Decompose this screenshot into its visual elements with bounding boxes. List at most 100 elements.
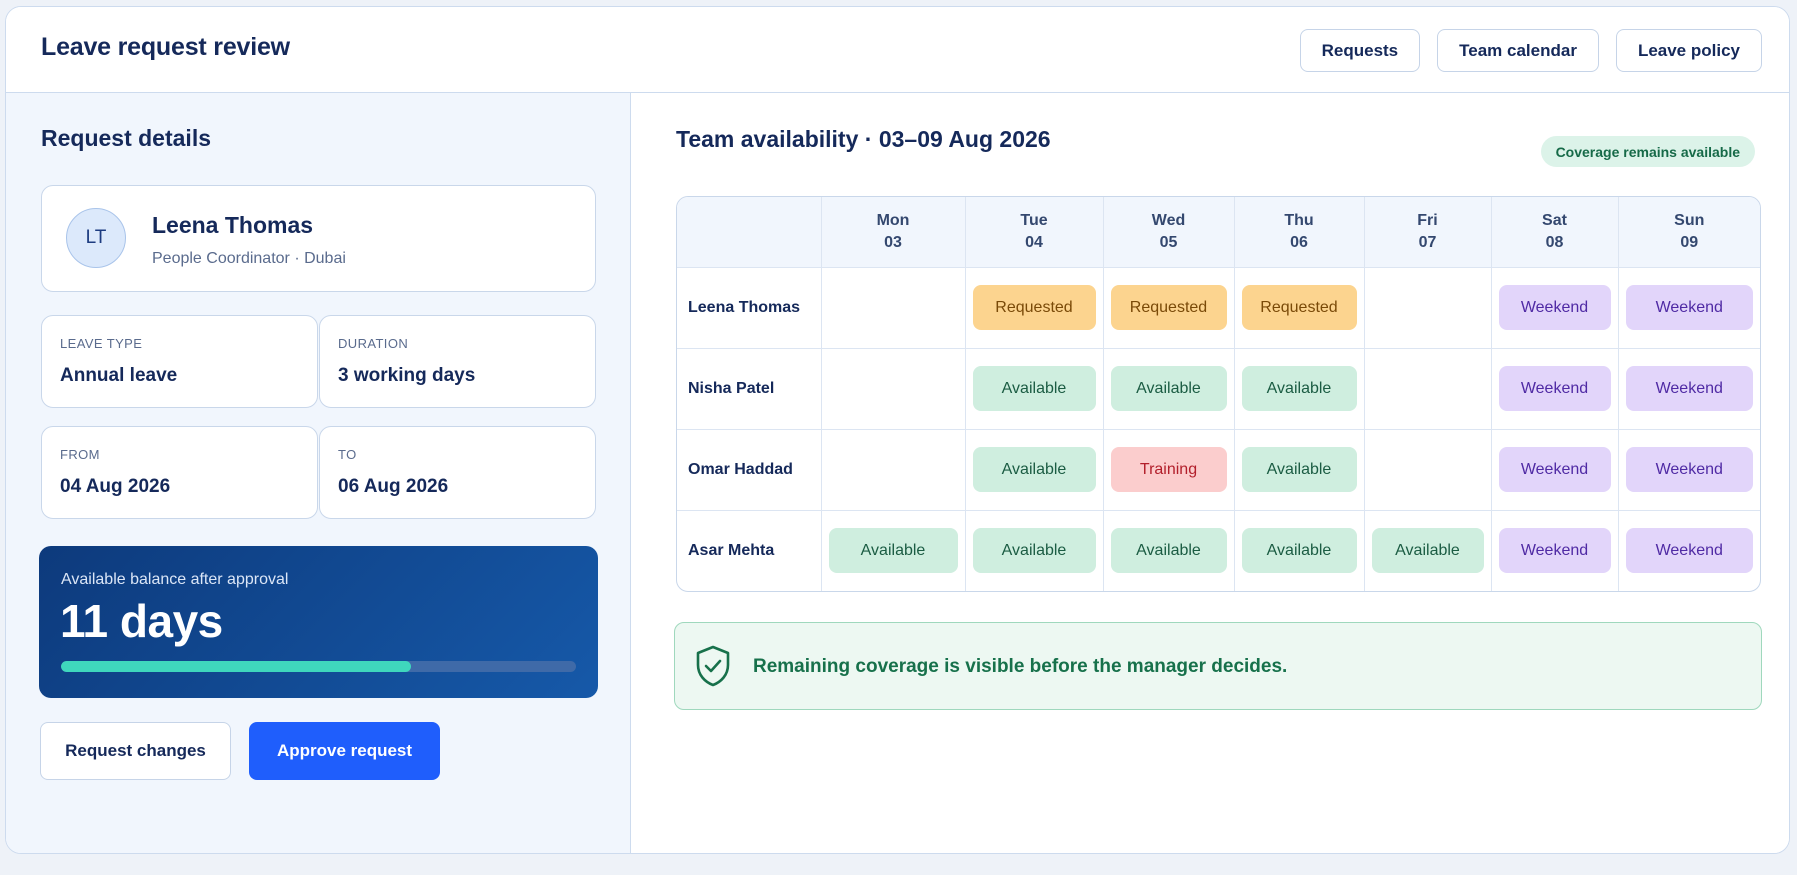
day-of-week-label: Mon [876, 211, 910, 229]
status-pill-requested: Requested [1110, 285, 1227, 330]
team-availability-title: Team availability · 03–09 Aug 2026 [676, 126, 1051, 152]
employee-card: LT Leena Thomas People Coordinator · Dub… [41, 185, 596, 292]
availability-cell[interactable]: Requested [1103, 267, 1235, 349]
status-pill-weekend: Weekend [1498, 285, 1611, 330]
availability-cell [821, 348, 966, 430]
from-date-card: FROM 04 Aug 2026 [41, 426, 318, 519]
to-label: TO [338, 447, 357, 462]
availability-cell [1364, 429, 1492, 511]
availability-cell[interactable]: Weekend [1491, 267, 1619, 349]
day-header-fri: Fri 07 [1364, 197, 1492, 268]
availability-cell[interactable]: Weekend [1618, 510, 1760, 591]
availability-cell[interactable]: Weekend [1618, 429, 1760, 511]
approve-request-button[interactable]: Approve request [249, 722, 440, 780]
availability-cell[interactable]: Weekend [1618, 348, 1760, 430]
availability-cell[interactable]: Available [965, 429, 1104, 511]
availability-cell[interactable]: Available [1234, 510, 1365, 591]
availability-cell [1364, 348, 1492, 430]
availability-cell[interactable]: Available [1103, 510, 1235, 591]
status-pill-available: Available [972, 528, 1096, 574]
avatar: LT [66, 208, 126, 268]
team-member-name: Nisha Patel [677, 348, 822, 430]
availability-cell[interactable]: Available [1364, 510, 1492, 591]
coverage-status-badge: Coverage remains available [1540, 136, 1755, 167]
status-pill-weekend: Weekend [1625, 528, 1753, 574]
availability-cell[interactable]: Available [1234, 348, 1365, 430]
day-of-week-label: Wed [1151, 211, 1186, 229]
app-header: Leave request review Requests Team calen… [6, 7, 1789, 93]
status-pill-available: Available [1110, 366, 1227, 411]
nav-leave-policy-button[interactable]: Leave policy [1615, 29, 1762, 72]
availability-cell [1364, 267, 1492, 349]
status-pill-available: Available [1241, 366, 1357, 411]
app-window: Leave request review Requests Team calen… [5, 6, 1790, 854]
leave-type-card: LEAVE TYPE Annual leave [41, 315, 318, 408]
status-pill-training: Training [1110, 447, 1227, 492]
day-of-week-label: Sat [1542, 211, 1567, 229]
status-pill-available: Available [828, 528, 958, 574]
status-pill-available: Available [1110, 528, 1227, 574]
leave-type-label: LEAVE TYPE [60, 336, 143, 351]
availability-cell[interactable]: Available [965, 510, 1104, 591]
day-header-wed: Wed 05 [1103, 197, 1235, 268]
availability-cell[interactable]: Training [1103, 429, 1235, 511]
availability-cell[interactable]: Available [965, 348, 1104, 430]
to-value: 06 Aug 2026 [338, 476, 449, 497]
availability-grid: Mon 03 Tue 04 Wed 05 Thu 06 Fri 07 Sat 08 Sun 09 Leen… [676, 196, 1761, 592]
day-header-sat: Sat 08 [1491, 197, 1619, 268]
availability-cell[interactable]: Weekend [1491, 348, 1619, 430]
duration-card: DURATION 3 working days [319, 315, 596, 408]
status-pill-weekend: Weekend [1498, 366, 1611, 411]
availability-cell[interactable]: Available [821, 510, 966, 591]
balance-label: Available balance after approval [61, 571, 289, 588]
grid-corner-cell [677, 197, 822, 268]
status-pill-available: Available [972, 447, 1096, 492]
request-details-panel: Request details LT Leena Thomas People C… [6, 93, 631, 853]
status-pill-weekend: Weekend [1625, 447, 1753, 492]
to-date-card: TO 06 Aug 2026 [319, 426, 596, 519]
day-header-mon: Mon 03 [821, 197, 966, 268]
nav-requests-button[interactable]: Requests [1299, 29, 1421, 72]
duration-value: 3 working days [338, 365, 476, 386]
day-of-week-label: Tue [1020, 211, 1048, 229]
balance-value: 11 days [60, 595, 223, 647]
availability-cell[interactable]: Requested [965, 267, 1104, 349]
duration-label: DURATION [338, 336, 409, 351]
table-row: Leena Thomas Requested Requested Requested W… [677, 267, 1760, 349]
grid-header-row: Mon 03 Tue 04 Wed 05 Thu 06 Fri 07 Sat 08 Sun 09 [677, 197, 1760, 268]
availability-cell[interactable]: Available [1234, 429, 1365, 511]
status-pill-available: Available [1241, 528, 1357, 574]
employee-role: People Coordinator · Dubai [152, 250, 346, 267]
day-header-tue: Tue 04 [965, 197, 1104, 268]
status-pill-available: Available [1371, 528, 1484, 574]
status-pill-available: Available [972, 366, 1096, 411]
employee-name: Leena Thomas [152, 212, 314, 238]
top-nav: Requests Team calendar Leave policy [1299, 29, 1762, 72]
nav-team-calendar-button[interactable]: Team calendar [1437, 29, 1599, 72]
availability-cell[interactable]: Weekend [1491, 510, 1619, 591]
balance-card: Available balance after approval 11 days [39, 546, 598, 698]
status-pill-requested: Requested [1241, 285, 1357, 330]
table-row: Asar Mehta Available Available Available Ava… [677, 510, 1760, 591]
day-date-label: 09 [1680, 233, 1699, 251]
shield-check-icon [696, 645, 730, 687]
availability-cell[interactable]: Available [1103, 348, 1235, 430]
availability-cell [821, 429, 966, 511]
day-date-label: 04 [1025, 233, 1043, 251]
day-date-label: 08 [1545, 233, 1564, 251]
availability-cell[interactable]: Weekend [1491, 429, 1619, 511]
day-of-week-label: Fri [1417, 211, 1438, 229]
table-row: Nisha Patel Available Available Available We… [677, 348, 1760, 430]
team-member-name: Leena Thomas [677, 267, 822, 349]
day-date-label: 05 [1159, 233, 1178, 251]
status-pill-weekend: Weekend [1498, 528, 1611, 574]
request-changes-button[interactable]: Request changes [40, 722, 231, 780]
status-pill-requested: Requested [972, 285, 1096, 330]
balance-progress-bar [61, 661, 576, 672]
availability-cell[interactable]: Requested [1234, 267, 1365, 349]
day-date-label: 03 [884, 233, 902, 251]
availability-cell[interactable]: Weekend [1618, 267, 1760, 349]
table-row: Omar Haddad Available Training Available Wee… [677, 429, 1760, 511]
day-of-week-label: Sun [1674, 211, 1705, 229]
day-of-week-label: Thu [1284, 211, 1314, 229]
